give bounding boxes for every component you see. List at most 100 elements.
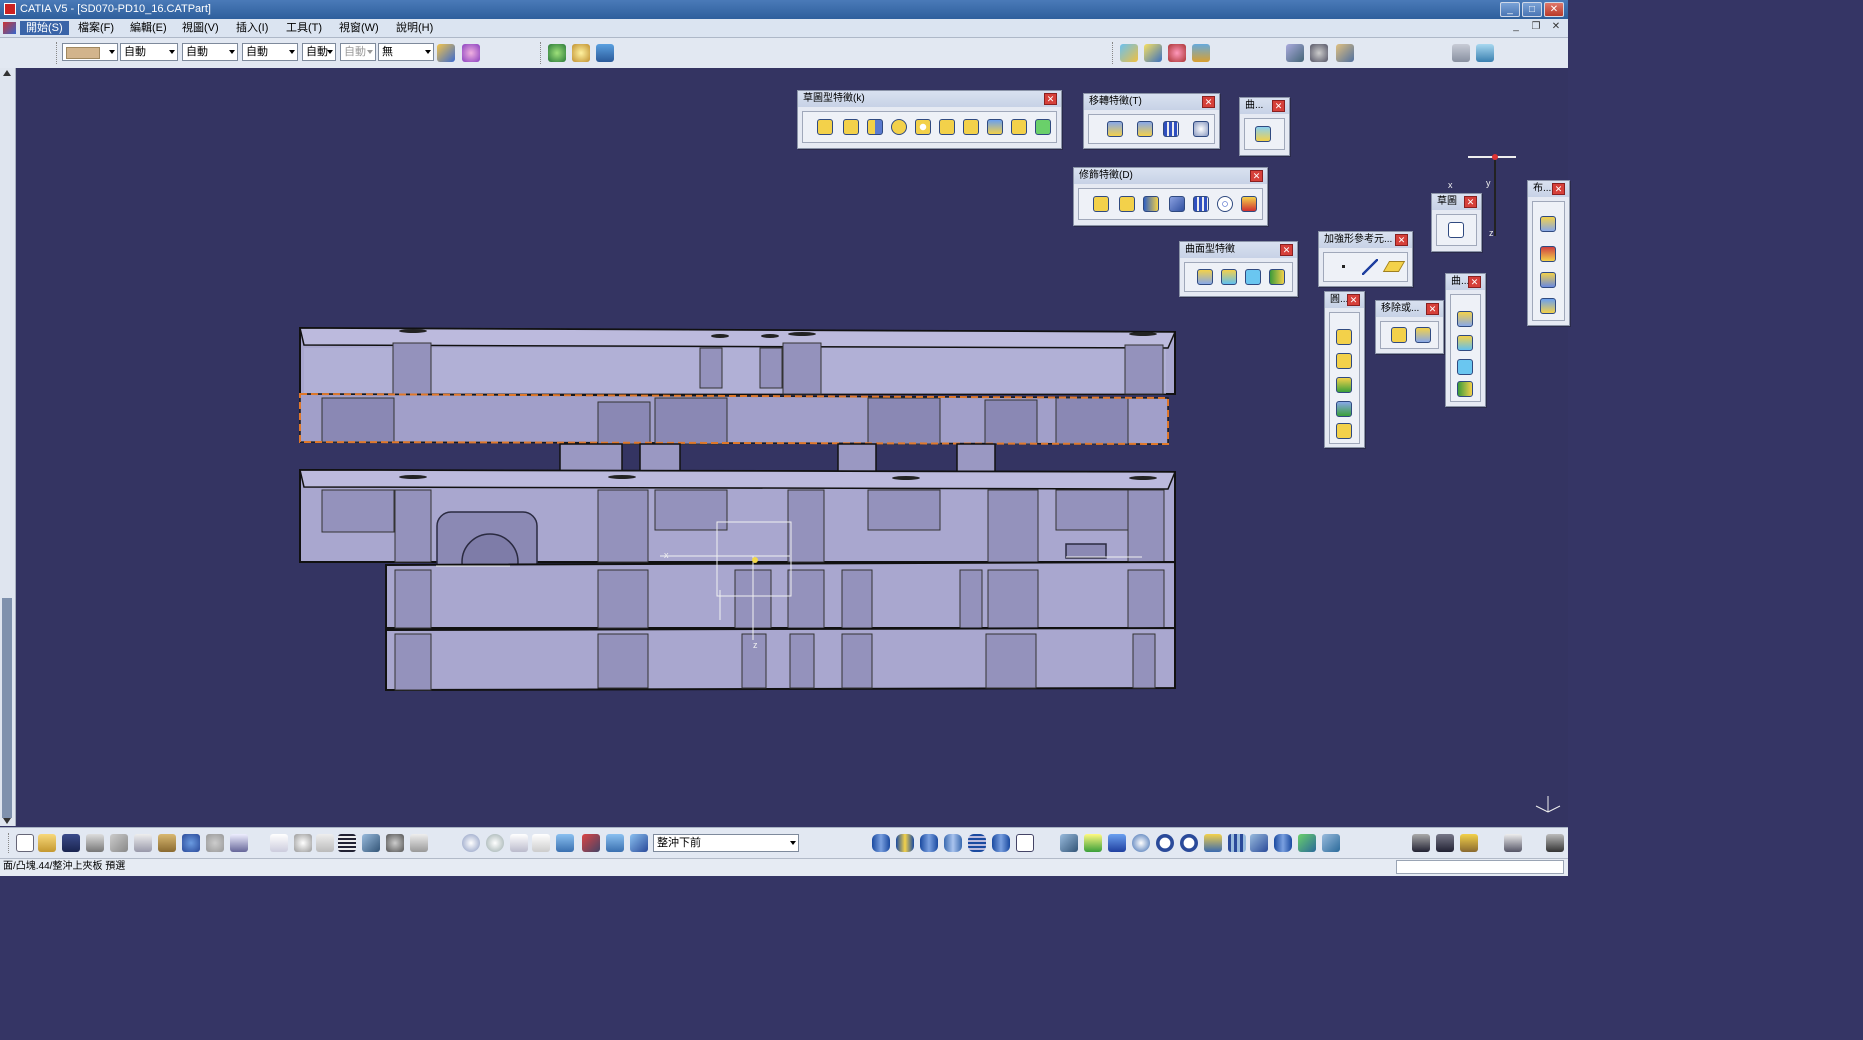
dress-up-features-toolbar[interactable]: 修飾特徵(D) ✕ (1073, 167, 1268, 226)
close-toolbar-button[interactable]: ✕ (1202, 96, 1215, 108)
toolbar-title[interactable]: 移轉特徵(T) (1084, 94, 1219, 110)
fly-mode-icon[interactable] (462, 834, 480, 852)
add-icon[interactable] (1540, 246, 1556, 262)
catalog-browser-icon[interactable] (1504, 834, 1522, 852)
close-toolbar-button[interactable]: ✕ (1464, 196, 1477, 208)
minimize-button[interactable]: _ (1500, 2, 1520, 17)
thick-surface-icon[interactable] (1221, 269, 1237, 285)
undo-icon[interactable] (182, 834, 200, 852)
whats-this-icon[interactable] (230, 834, 248, 852)
formula-f-icon[interactable] (270, 834, 288, 852)
save-icon[interactable] (62, 834, 80, 852)
multi-view-icon[interactable] (1228, 834, 1246, 852)
mirror-icon[interactable] (1137, 121, 1153, 137)
knowledge-icon[interactable] (548, 44, 566, 62)
toolbar-grip[interactable] (56, 42, 60, 64)
tools-icon[interactable] (1476, 44, 1494, 62)
toolbar-title[interactable]: 修飾特徵(D) (1074, 168, 1267, 184)
remove-face-icon[interactable] (1217, 196, 1233, 212)
zoom-out-icon[interactable] (1180, 834, 1198, 852)
wireframe-icon[interactable] (968, 834, 986, 852)
tree-icon[interactable] (362, 834, 380, 852)
translation-icon[interactable] (1107, 121, 1123, 137)
shading-no-edges-icon[interactable] (920, 834, 938, 852)
camera-icon[interactable] (1546, 834, 1564, 852)
shell-icon[interactable] (1169, 196, 1185, 212)
work-object-combo[interactable]: 整沖下前 (653, 834, 799, 852)
remove-or-replace-toolbar[interactable]: 移除或... ✕ (1375, 300, 1444, 354)
catalog-icon[interactable] (596, 44, 614, 62)
close-toolbar-button[interactable]: ✕ (1044, 93, 1057, 105)
line-type-combo[interactable]: 自動 (242, 43, 298, 61)
slot-icon[interactable] (963, 119, 979, 135)
point-type-combo[interactable]: 自動 (302, 43, 336, 61)
command-input[interactable] (1396, 860, 1564, 874)
pan-hand-icon[interactable] (486, 834, 504, 852)
thick-surface-icon[interactable] (1457, 335, 1473, 351)
surface-toolbar-vertical[interactable]: 曲... ✕ (1445, 273, 1486, 407)
measure-inertia-icon[interactable] (1460, 834, 1478, 852)
remove-face-icon[interactable] (1391, 327, 1407, 343)
close-toolbar-button[interactable]: ✕ (1347, 294, 1360, 306)
menu-tools[interactable]: 工具(T) (280, 21, 328, 35)
properties-icon[interactable] (462, 44, 480, 62)
boolean-operations-toolbar[interactable]: 布... ✕ (1527, 180, 1570, 326)
line-icon[interactable] (1362, 259, 1378, 275)
close-toolbar-button[interactable]: ✕ (1468, 276, 1481, 288)
sketcher-toolbar[interactable]: 草圖 ✕ (1431, 193, 1482, 252)
shaft-icon[interactable] (867, 119, 883, 135)
rotate-icon[interactable] (1132, 834, 1150, 852)
list-icon[interactable] (606, 834, 624, 852)
axis-icon[interactable] (510, 834, 528, 852)
apply-material-icon[interactable] (1286, 44, 1304, 62)
menu-view[interactable]: 視圖(V) (176, 21, 225, 35)
scroll-down-icon[interactable] (3, 818, 11, 824)
toolbar-grip[interactable] (8, 833, 12, 853)
hole-icon[interactable] (915, 119, 931, 135)
menu-start[interactable]: 開始(S) (20, 21, 69, 35)
gear-icon[interactable] (1310, 44, 1328, 62)
shading-icon[interactable] (872, 834, 890, 852)
replace-face-icon[interactable] (1415, 327, 1431, 343)
layer-combo-disabled[interactable]: 自動 (340, 43, 376, 61)
painter-icon[interactable] (437, 44, 455, 62)
new-file-icon[interactable] (16, 834, 34, 852)
transformation-features-toolbar[interactable]: 移轉特徵(T) ✕ (1083, 93, 1220, 149)
open-folder-icon[interactable] (38, 834, 56, 852)
document-icon[interactable] (3, 22, 16, 34)
body-icon[interactable] (1192, 44, 1210, 62)
toolbar-title[interactable]: 草圖型特徵(k) (798, 91, 1061, 107)
surface-toolbar-small[interactable]: 曲... ✕ (1239, 97, 1290, 156)
sew-surface-icon[interactable] (1269, 269, 1285, 285)
reference-elements-toolbar[interactable]: 加強形參考元... ✕ (1318, 231, 1413, 287)
sketch-icon[interactable] (1448, 222, 1464, 238)
line-thickness-combo[interactable]: 自動 (182, 43, 238, 61)
cut-icon[interactable] (110, 834, 128, 852)
isometric-view-icon[interactable] (1250, 834, 1268, 852)
scan-icon[interactable] (582, 834, 600, 852)
fillet-toolbar-vertical[interactable]: 圓... ✕ (1324, 291, 1365, 448)
selected-clamp-plate[interactable] (299, 392, 1169, 446)
assemble-icon[interactable] (1540, 216, 1556, 232)
close-toolbar-button[interactable]: ✕ (1250, 170, 1263, 182)
bottom-plate[interactable] (385, 626, 1176, 692)
upper-plate[interactable] (299, 326, 1177, 395)
pattern-icon[interactable] (1163, 121, 1179, 137)
knowledge-expert-icon[interactable] (386, 834, 404, 852)
doc-minimize-button[interactable]: _ (1508, 21, 1524, 34)
menu-insert[interactable]: 插入(I) (230, 21, 274, 35)
sketch-plane-icon[interactable] (1144, 44, 1162, 62)
zoom-in-icon[interactable] (1156, 834, 1174, 852)
stiffener-icon[interactable] (987, 119, 1003, 135)
analysis-icon[interactable] (1452, 44, 1470, 62)
doc-restore-button[interactable]: ❐ (1528, 21, 1544, 34)
removed-multi-section-icon[interactable] (1035, 119, 1051, 135)
face-fillet-icon[interactable] (1336, 377, 1352, 393)
normal-view-icon[interactable] (1204, 834, 1222, 852)
redo-icon[interactable] (206, 834, 224, 852)
edge-fillet-icon[interactable] (1093, 196, 1109, 212)
workbench-icon[interactable] (1120, 44, 1138, 62)
close-toolbar-button[interactable]: ✕ (1426, 303, 1439, 315)
edge-fillet-icon[interactable] (1336, 329, 1352, 345)
copy-icon[interactable] (134, 834, 152, 852)
